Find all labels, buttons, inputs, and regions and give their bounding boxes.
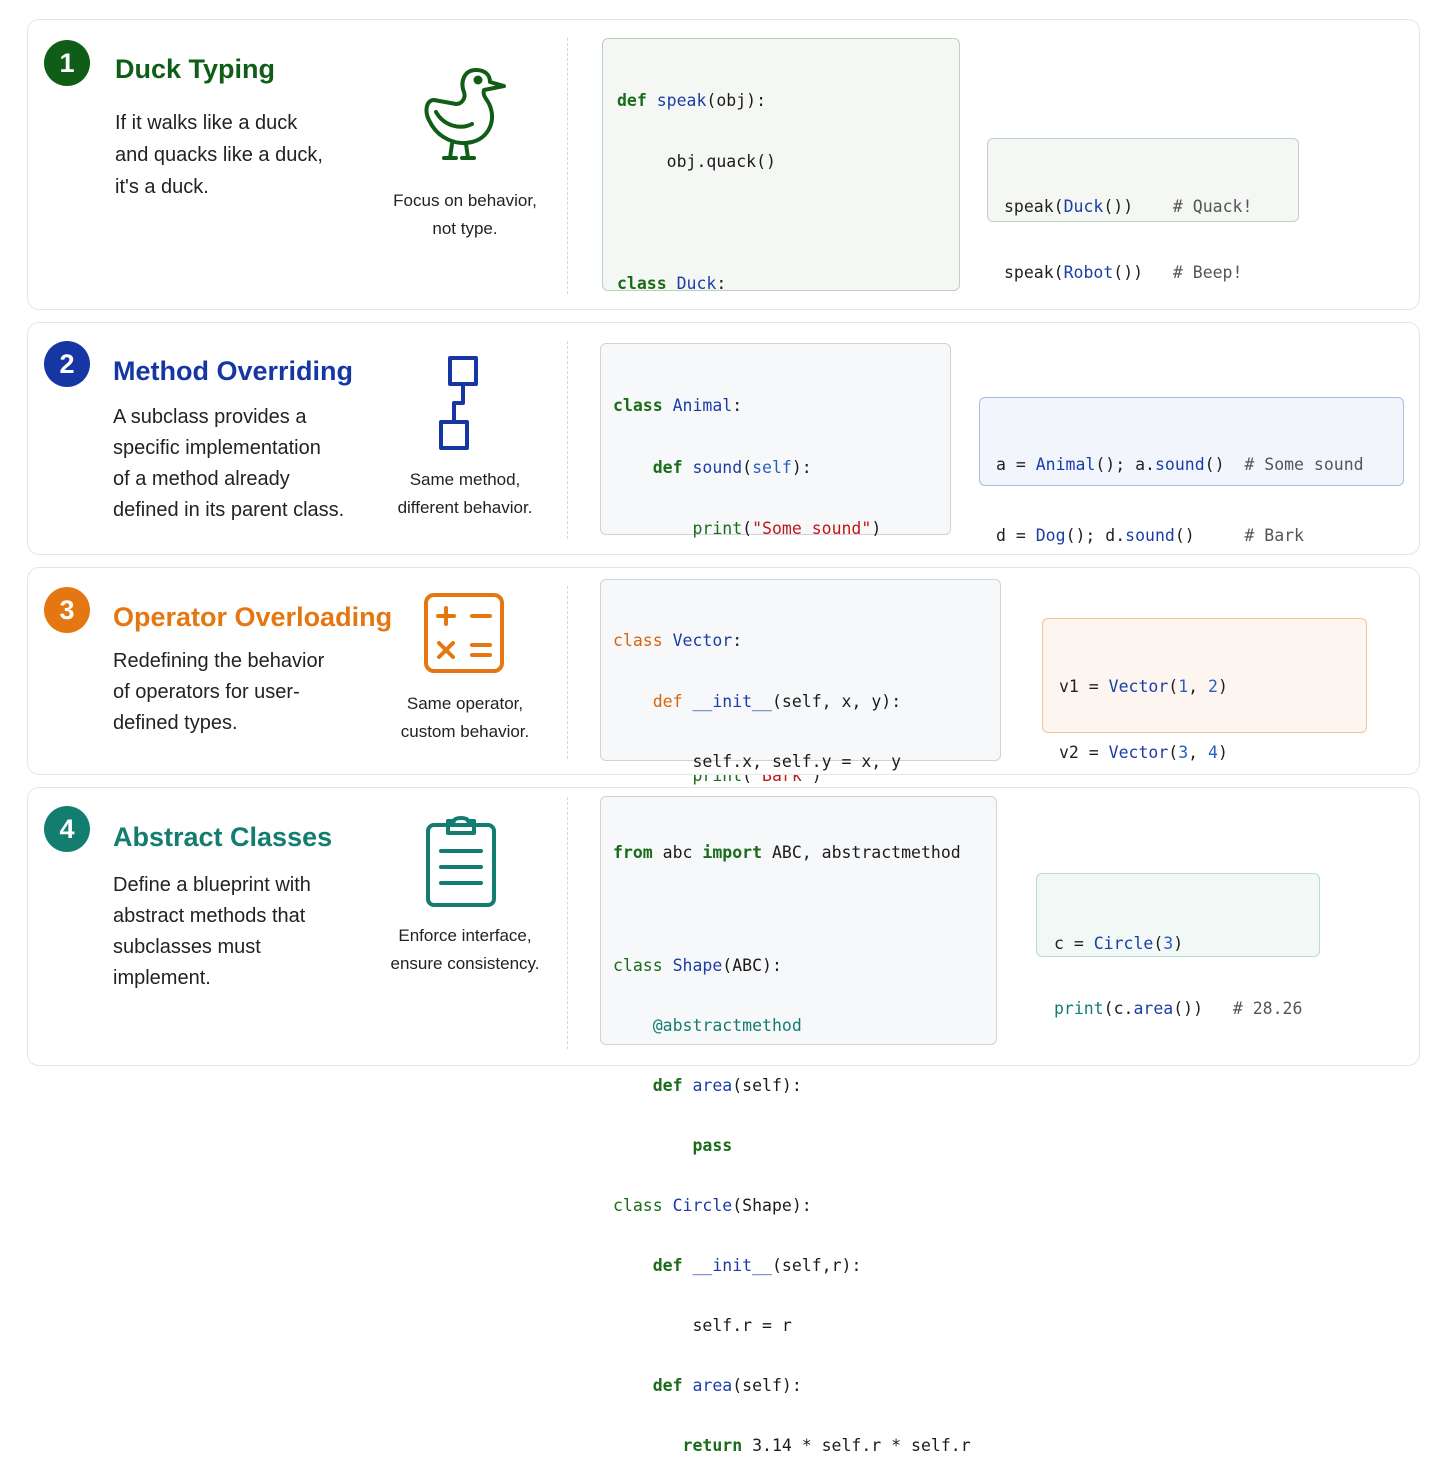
code-line: def area(self): (652, 1376, 802, 1395)
code-line: self.x, self.y = x, y (613, 752, 902, 772)
caption-4: Enforce interface, ensure consistency. (390, 926, 540, 973)
section-description-2: A subclass provides a specific implement… (113, 406, 345, 521)
calculator-icon (423, 592, 505, 679)
output-box-1: speak(Duck()) # Quack! speak(Robot()) # … (987, 138, 1299, 282)
code-line: obj.quack() (617, 152, 776, 171)
output-line: speak(Duck()) # Quack! (1004, 197, 1253, 216)
output-line: d = Dog(); d.sound() # Bark (996, 526, 1304, 545)
code-line: def speak(obj): (617, 91, 767, 110)
step-number-1: 1 (44, 40, 90, 86)
code-block-4: from abc import ABC, abstractmethod clas… (600, 796, 997, 1455)
code-line: from abc import ABC, abstractmethod (613, 843, 961, 862)
clipboard-icon (424, 815, 498, 914)
output-box-4: c = Circle(3) print(c.area()) # 28.26 (1036, 873, 1320, 1018)
code-line: def sound(self): (652, 457, 812, 477)
section-title-2: Method Overriding (113, 356, 354, 386)
divider-2 (567, 341, 568, 539)
hierarchy-icon (436, 354, 484, 459)
output-line: speak(Robot()) # Beep! (1004, 263, 1243, 282)
step-number-2: 2 (44, 341, 90, 387)
output-box-2: a = Animal(); a.sound() # Some sound d =… (979, 397, 1404, 545)
step-number-4: 4 (44, 806, 90, 852)
code-line: class Vector: (613, 631, 743, 650)
code-line: self.r = r (613, 1316, 792, 1335)
divider-4 (567, 797, 568, 1049)
code-line: class Duck: (617, 274, 727, 293)
code-line: print("Some sound") (692, 519, 882, 539)
caption-3: Same operator, custom behavior. (400, 694, 530, 741)
code-block-1: def speak(obj): obj.quack() class Duck: … (602, 38, 960, 659)
code-line: def __init__(self, x, y): (652, 691, 902, 711)
divider-3 (567, 586, 568, 759)
output-line: v1 = Vector(1, 2) (1059, 677, 1228, 696)
output-line: c = Circle(3) (1054, 934, 1184, 953)
section-description-3: Redefining the behavior of operators for… (113, 650, 325, 734)
step-number-3: 3 (44, 587, 90, 633)
code-block-3: class Vector: def __init__(self, x, y): … (600, 579, 1001, 1014)
code-line: @abstractmethod (652, 1016, 802, 1035)
section-title-3: Operator Overloading (113, 602, 393, 632)
output-line: a = Animal(); a.sound() # Some sound (996, 455, 1364, 474)
code-line: pass (692, 1136, 733, 1155)
output-line: print(c.area()) # 28.26 (1054, 999, 1303, 1018)
section-title-1: Duck Typing (115, 54, 276, 84)
code-line: class Shape(ABC): (613, 956, 782, 975)
section-description-4: Define a blueprint with abstract methods… (113, 874, 311, 989)
output-line: v2 = Vector(3, 4) (1059, 743, 1228, 762)
duck-icon (418, 60, 510, 169)
code-line: return 3.14 * self.r * self.r (682, 1436, 971, 1455)
code-line: def area(self): (652, 1076, 802, 1095)
section-title-4: Abstract Classes (113, 822, 333, 852)
code-block-2: class Animal: def sound(self): print("So… (600, 343, 951, 785)
section-description-1: If it walks like a duck and quacks like … (115, 112, 323, 198)
code-line: class Circle(Shape): (613, 1196, 812, 1215)
divider-1 (567, 38, 568, 294)
output-box-3: v1 = Vector(1, 2) v2 = Vector(3, 4) v3 =… (1042, 618, 1367, 832)
caption-2: Same method, different behavior. (397, 470, 533, 517)
caption-1: Focus on behavior, not type. (393, 191, 537, 238)
code-line: def __init__(self,r): (652, 1256, 862, 1275)
code-line: class Animal: (613, 396, 743, 415)
